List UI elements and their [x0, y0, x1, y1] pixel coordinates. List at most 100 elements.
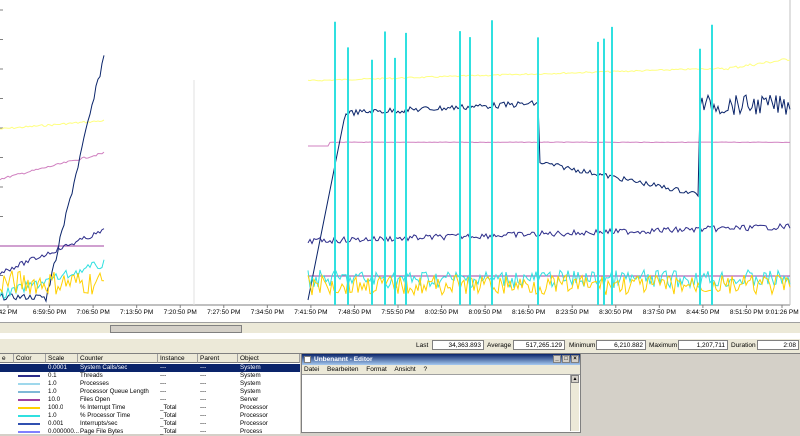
- x-tick-label: 6:59:50 PM: [32, 309, 67, 316]
- col-header-show[interactable]: e: [0, 354, 14, 363]
- cell-scale: 0.001: [48, 420, 64, 427]
- x-tick-label: 42 PM: [0, 309, 18, 316]
- cell-instance: _Total: [160, 412, 177, 419]
- cell-scale: 0.0001: [48, 364, 67, 371]
- cell-object: System: [240, 364, 261, 371]
- counter-row[interactable]: 0.0001 System Calls/sec --- --- System: [0, 364, 300, 372]
- x-tick-label: 7:13:50 PM: [120, 309, 154, 316]
- scroll-up-icon[interactable]: ▲: [571, 375, 579, 383]
- cell-scale: 10.0: [48, 396, 61, 403]
- x-tick-label: 8:16:50 PM: [512, 309, 546, 316]
- cell-parent: ---: [200, 372, 207, 379]
- series-syscalls: [0, 55, 105, 303]
- maximize-icon[interactable]: □: [562, 355, 570, 363]
- x-tick-label: 8:23:50 PM: [555, 309, 589, 316]
- cell-scale: 1.0: [48, 412, 57, 419]
- counter-row[interactable]: 1.0 Processor Queue Length --- --- System: [0, 388, 300, 396]
- cell-parent: ---: [200, 404, 207, 411]
- x-tick-label: 8:44:50 PM: [686, 309, 720, 316]
- cell-instance: _Total: [160, 428, 177, 435]
- col-header-color[interactable]: Color: [14, 354, 46, 363]
- notepad-window[interactable]: Unbenannt - Editor _ □ × Datei Bearbeite…: [301, 353, 581, 433]
- cell-counter: Files Open: [80, 396, 110, 403]
- counter-row[interactable]: 1.0 % Processor Time _Total --- Processor: [0, 412, 300, 420]
- series-pink: [308, 141, 790, 147]
- y-axis-ticks: [0, 9, 3, 306]
- performance-graph[interactable]: 42 PM 6:59:50 PM 7:06:50 PM 7:13:50 PM 7:20:…: [0, 0, 800, 340]
- cell-instance: ---: [160, 380, 167, 387]
- notepad-text-area[interactable]: [303, 375, 571, 431]
- cell-parent: ---: [200, 388, 207, 395]
- x-tick-label: 8:30:50 PM: [599, 309, 633, 316]
- cell-object: Processor: [240, 404, 268, 411]
- series-pink: [0, 151, 105, 181]
- notepad-menubar: Datei Bearbeiten Format Ansicht ?: [302, 365, 580, 375]
- color-swatch: [18, 391, 40, 393]
- statistics-bar: Last 34,363.893 Average 517,265.129 Mini…: [0, 338, 800, 354]
- cell-counter: Processes: [80, 380, 109, 387]
- cell-object: Process: [240, 428, 263, 435]
- cell-parent: ---: [200, 396, 207, 403]
- cell-parent: ---: [200, 428, 207, 435]
- x-tick-label: 9:01:26 PM: [765, 309, 799, 316]
- cell-object: Processor: [240, 420, 268, 427]
- cell-instance: ---: [160, 364, 167, 371]
- menu-bearbeiten[interactable]: Bearbeiten: [327, 366, 358, 373]
- x-tick-label: 8:02:50 PM: [424, 309, 459, 316]
- color-swatch: [18, 399, 40, 401]
- x-tick-label: 7:34:50 PM: [250, 309, 284, 316]
- cell-instance: ---: [160, 372, 167, 379]
- x-tick-label: 7:27:50 PM: [207, 309, 241, 316]
- counter-row[interactable]: 0.000000... Page File Bytes _Total --- Proce…: [0, 428, 300, 436]
- series-yellow: [0, 119, 105, 130]
- time-range-scrollbar[interactable]: [0, 322, 800, 333]
- cell-object: Processor: [240, 412, 268, 419]
- minimize-icon[interactable]: _: [553, 355, 561, 363]
- maximum-value: 1,207,711: [678, 340, 728, 350]
- series-threads: [307, 223, 791, 245]
- notepad-scrollbar[interactable]: ▲: [570, 375, 579, 431]
- counter-row[interactable]: 100.0 % Interrupt Time _Total --- Processor: [0, 404, 300, 412]
- graph-canvas: [0, 0, 791, 308]
- notepad-titlebar[interactable]: Unbenannt - Editor _ □ ×: [302, 354, 580, 365]
- counter-row[interactable]: 1.0 Processes --- --- System: [0, 380, 300, 388]
- menu-ansicht[interactable]: Ansicht: [394, 366, 415, 373]
- color-swatch: [18, 367, 40, 369]
- series-syscalls: [307, 93, 791, 301]
- col-header-parent[interactable]: Parent: [198, 354, 238, 363]
- counter-list[interactable]: e Color Scale Counter Instance Parent Ob…: [0, 353, 300, 436]
- counter-row[interactable]: 0.1 Threads --- --- System: [0, 372, 300, 380]
- cell-scale: 0.000000...: [48, 428, 79, 435]
- time-range-thumb[interactable]: [110, 325, 242, 333]
- cell-parent: ---: [200, 412, 207, 419]
- cell-parent: ---: [200, 364, 207, 371]
- average-value: 517,265.129: [513, 340, 565, 350]
- cell-parent: ---: [200, 420, 207, 427]
- col-header-counter[interactable]: Counter: [78, 354, 158, 363]
- x-tick-label: 8:51:50 PM: [729, 309, 764, 316]
- color-swatch: [18, 375, 40, 377]
- cell-object: System: [240, 372, 261, 379]
- col-header-scale[interactable]: Scale: [46, 354, 78, 363]
- x-tick-label: 8:37:50 PM: [642, 309, 676, 316]
- close-icon[interactable]: ×: [571, 355, 579, 363]
- notepad-title: Unbenannt - Editor: [314, 356, 373, 363]
- counter-row[interactable]: 0.001 Interrupts/sec _Total --- Processor: [0, 420, 300, 428]
- counter-row[interactable]: 10.0 Files Open --- --- Server: [0, 396, 300, 404]
- last-value: 34,363.893: [432, 340, 484, 350]
- menu-help[interactable]: ?: [423, 366, 427, 373]
- cell-parent: ---: [200, 380, 207, 387]
- menu-datei[interactable]: Datei: [304, 366, 319, 373]
- cell-counter: Threads: [80, 372, 103, 379]
- menu-format[interactable]: Format: [366, 366, 387, 373]
- cell-counter: % Processor Time: [80, 412, 131, 419]
- empty-pane: [582, 353, 800, 434]
- notepad-icon: [304, 356, 311, 363]
- series-yellow: [307, 58, 791, 82]
- cell-object: Server: [240, 396, 259, 403]
- x-tick-label: 7:20:50 PM: [163, 309, 197, 316]
- cell-scale: 1.0: [48, 380, 57, 387]
- color-swatch: [18, 415, 40, 417]
- col-header-object[interactable]: Object: [238, 354, 300, 363]
- col-header-instance[interactable]: Instance: [158, 354, 198, 363]
